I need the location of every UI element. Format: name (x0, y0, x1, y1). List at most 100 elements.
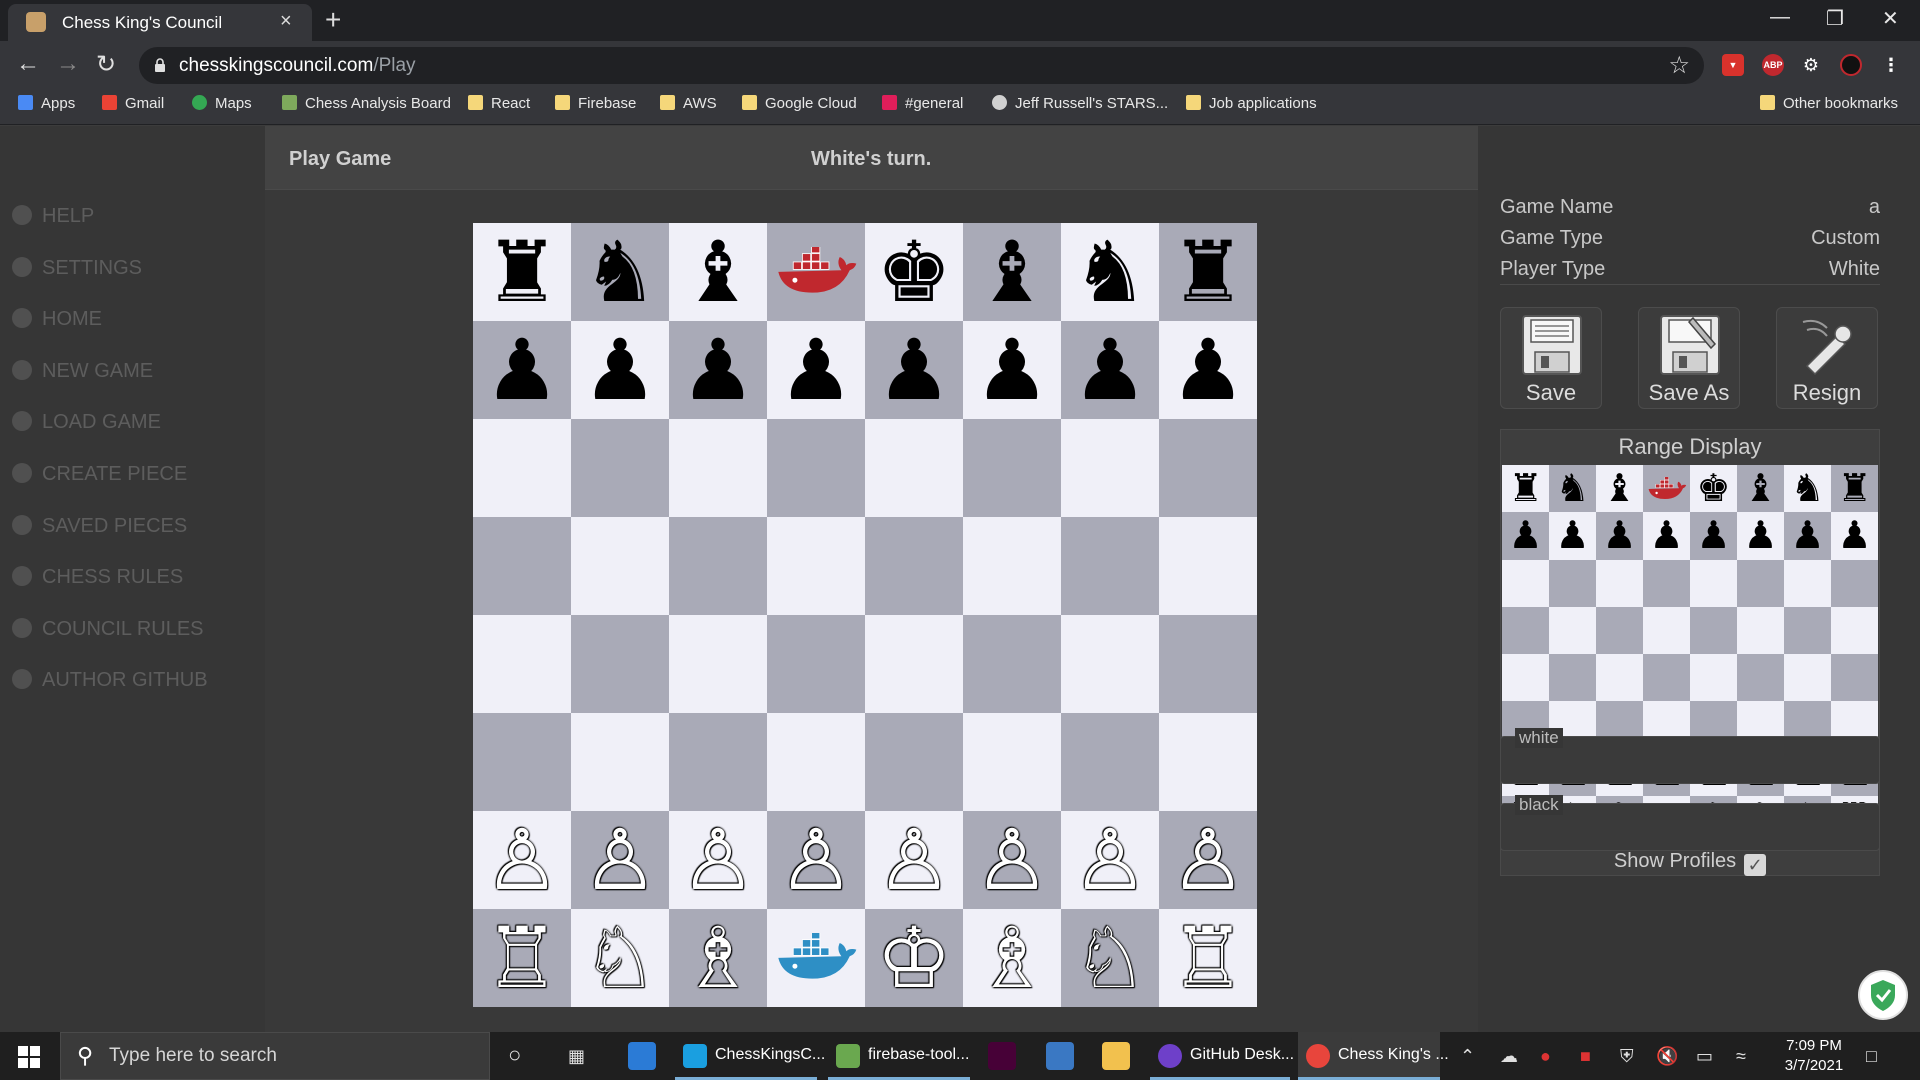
black-rook-icon[interactable]: ♜ (1159, 223, 1257, 321)
sidebar-item-settings[interactable]: SETTINGS (12, 257, 142, 287)
white-king-icon[interactable]: ♔ (865, 909, 963, 1007)
white-bishop-icon[interactable]: ♗ (963, 909, 1061, 1007)
security-app-icon[interactable]: ● (1540, 1046, 1551, 1067)
volume-muted-icon[interactable]: 🔇 (1656, 1046, 1678, 1067)
minimize-icon[interactable]: — (1770, 6, 1790, 29)
black-bishop-icon[interactable]: ♝ (963, 223, 1061, 321)
black-pawn-icon[interactable]: ♟ (767, 321, 865, 419)
forward-arrow-icon[interactable]: → (56, 50, 80, 78)
resign-button[interactable]: Resign (1776, 307, 1878, 409)
tab-close-icon[interactable]: × (280, 10, 292, 33)
sidebar-item-council-rules[interactable]: COUNCIL RULES (12, 618, 204, 648)
board-square[interactable] (963, 713, 1061, 811)
board-square[interactable] (963, 517, 1061, 615)
sidebar-item-chess-rules[interactable]: CHESS RULES (12, 566, 183, 596)
board-square[interactable] (963, 419, 1061, 517)
sidebar-item-create-piece[interactable]: CREATE PIECE (12, 463, 187, 493)
white-knight-icon[interactable]: ♘ (1061, 909, 1159, 1007)
wifi-icon[interactable]: ≈ (1736, 1046, 1746, 1067)
white-pawn-icon[interactable]: ♙ (669, 811, 767, 909)
board-square[interactable] (571, 713, 669, 811)
adblock-extension-icon[interactable]: ABP (1762, 54, 1784, 76)
board-square[interactable] (1061, 615, 1159, 713)
black-knight-icon[interactable]: ♞ (571, 223, 669, 321)
window-close-icon[interactable]: ✕ (1882, 6, 1899, 31)
black-pawn-icon[interactable]: ♟ (571, 321, 669, 419)
black-profile-field[interactable]: black (1500, 795, 1880, 851)
sidebar-item-author-github[interactable]: AUTHOR GITHUB (12, 669, 208, 699)
board-square[interactable] (473, 419, 571, 517)
black-pawn-icon[interactable]: ♟ (1061, 321, 1159, 419)
white-pawn-icon[interactable]: ♙ (473, 811, 571, 909)
bookmark-gmail[interactable]: Gmail (102, 95, 164, 119)
board-square[interactable] (473, 713, 571, 811)
security-shield-icon[interactable] (1858, 970, 1908, 1020)
task-view-icon[interactable]: ▦ (568, 1046, 585, 1067)
sidebar-item-home[interactable]: HOME (12, 308, 102, 338)
bookmark-job-applications[interactable]: Job applications (1186, 95, 1317, 119)
b-app-icon[interactable]: ■ (1580, 1046, 1591, 1067)
save-button[interactable]: Save (1500, 307, 1602, 409)
white-knight-icon[interactable]: ♘ (571, 909, 669, 1007)
board-square[interactable] (1061, 517, 1159, 615)
taskbar-app-webstorm[interactable]: ChessKingsC... (675, 1032, 825, 1080)
white-pawn-icon[interactable]: ♙ (1061, 811, 1159, 909)
bookmark-general[interactable]: #general (882, 95, 963, 119)
board-square[interactable] (767, 419, 865, 517)
control-panel-icon[interactable] (1046, 1042, 1074, 1070)
bookmark-maps[interactable]: Maps (192, 95, 252, 119)
bookmark-jeff-russell[interactable]: Jeff Russell's STARS... (992, 95, 1168, 119)
taskbar-app-github-desktop[interactable]: GitHub Desk... (1150, 1032, 1294, 1080)
board-square[interactable] (865, 615, 963, 713)
white-pawn-icon[interactable]: ♙ (1159, 811, 1257, 909)
pocket-extension-icon[interactable]: ▼ (1722, 54, 1744, 76)
windows-start-icon[interactable] (18, 1046, 40, 1068)
black-pawn-icon[interactable]: ♟ (1159, 321, 1257, 419)
board-square[interactable] (571, 615, 669, 713)
battery-icon[interactable]: ▭ (1696, 1046, 1713, 1067)
white-rook-icon[interactable]: ♖ (1159, 909, 1257, 1007)
board-square[interactable] (865, 713, 963, 811)
black-custom-whale-piece-icon[interactable] (767, 223, 865, 321)
black-pawn-icon[interactable]: ♟ (963, 321, 1061, 419)
sidebar-item-new-game[interactable]: NEW GAME (12, 360, 153, 390)
black-bishop-icon[interactable]: ♝ (669, 223, 767, 321)
white-pawn-icon[interactable]: ♙ (865, 811, 963, 909)
show-hidden-icons-chevron-icon[interactable]: ⌃ (1460, 1046, 1475, 1067)
bookmark-chess-analysis-board[interactable]: Chess Analysis Board (282, 95, 451, 119)
notifications-icon[interactable]: □ (1866, 1046, 1877, 1067)
cortana-icon[interactable]: ○ (508, 1042, 521, 1068)
white-pawn-icon[interactable]: ♙ (767, 811, 865, 909)
board-square[interactable] (1159, 419, 1257, 517)
board-square[interactable] (767, 615, 865, 713)
black-pawn-icon[interactable]: ♟ (865, 321, 963, 419)
black-pawn-icon[interactable]: ♟ (669, 321, 767, 419)
sidebar-item-help[interactable]: HELP (12, 205, 94, 235)
save-as-button[interactable]: Save As (1638, 307, 1740, 409)
address-bar[interactable]: chesskingscouncil.com/Play ☆ (139, 47, 1704, 84)
new-tab-button[interactable]: + (325, 4, 341, 36)
bookmark-aws[interactable]: AWS (660, 95, 717, 119)
vscode-icon[interactable] (628, 1042, 656, 1070)
bookmark-star-icon[interactable]: ☆ (1668, 51, 1690, 80)
bookmark-apps[interactable]: Apps (18, 95, 75, 119)
profile-avatar-icon[interactable] (1840, 54, 1862, 76)
white-rook-icon[interactable]: ♖ (473, 909, 571, 1007)
board-square[interactable] (1159, 615, 1257, 713)
taskbar-app-chrome[interactable]: Chess King's ... (1298, 1032, 1449, 1080)
black-knight-icon[interactable]: ♞ (1061, 223, 1159, 321)
white-profile-field[interactable]: white (1500, 728, 1880, 784)
board-square[interactable] (473, 517, 571, 615)
white-pawn-icon[interactable]: ♙ (571, 811, 669, 909)
bookmark-google-cloud[interactable]: Google Cloud (742, 95, 857, 119)
reload-icon[interactable]: ↻ (96, 50, 116, 79)
restore-icon[interactable]: ❐ (1826, 6, 1844, 31)
black-king-icon[interactable]: ♚ (865, 223, 963, 321)
black-rook-icon[interactable]: ♜ (473, 223, 571, 321)
board-square[interactable] (571, 517, 669, 615)
black-pawn-icon[interactable]: ♟ (473, 321, 571, 419)
taskbar-search-box[interactable]: ⚲ Type here to search (60, 1032, 490, 1080)
white-custom-whale-piece-icon[interactable] (767, 909, 865, 1007)
board-square[interactable] (1061, 419, 1159, 517)
board-square[interactable] (571, 419, 669, 517)
